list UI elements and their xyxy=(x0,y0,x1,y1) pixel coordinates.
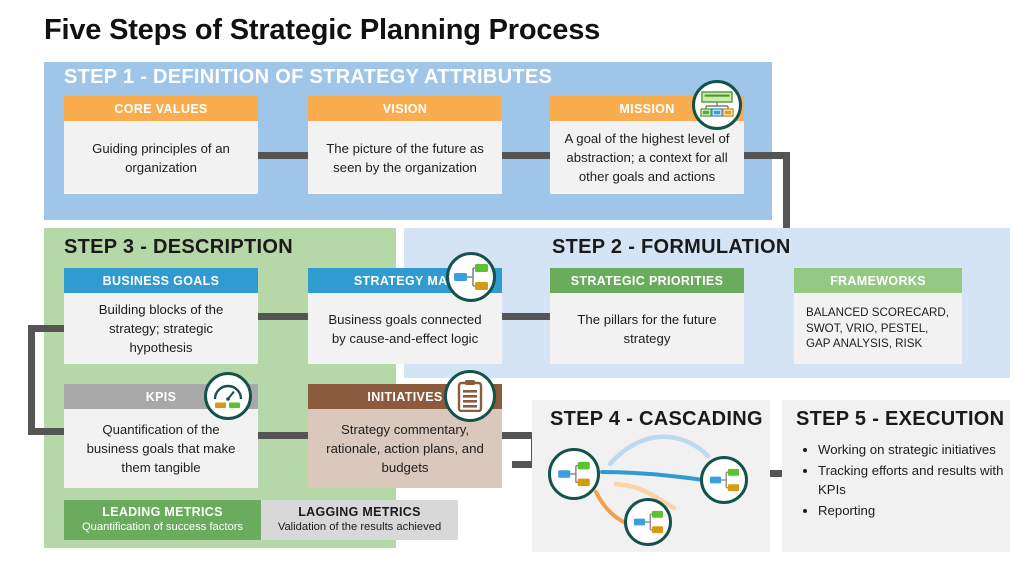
step5-bullet-list: Working on strategic initiatives Trackin… xyxy=(800,440,1023,522)
metric-lagging-title: LAGGING METRICS xyxy=(298,505,421,519)
card-core-values-title: CORE VALUES xyxy=(64,96,258,121)
metric-lagging-subtitle: Validation of the results achieved xyxy=(277,521,442,533)
diagram-canvas: Five Steps of Strategic Planning Process… xyxy=(0,0,1024,576)
list-item: Reporting xyxy=(818,501,1023,520)
connector-vision-to-mission xyxy=(502,152,550,159)
step1-heading: STEP 1 - DEFINITION OF STRATEGY ATTRIBUT… xyxy=(64,66,553,88)
card-strategic-priorities-title: STRATEGIC PRIORITIES xyxy=(550,268,744,293)
metric-lagging[interactable]: LAGGING METRICS Validation of the result… xyxy=(261,500,458,540)
step2-heading: STEP 2 - FORMULATION xyxy=(552,236,791,258)
metric-leading-title: LEADING METRICS xyxy=(102,505,223,519)
card-vision-title: VISION xyxy=(308,96,502,121)
card-frameworks-body: BALANCED SCORECARD, SWOT, VRIO, PESTEL, … xyxy=(794,293,962,364)
card-business-goals-title: BUSINESS GOALS xyxy=(64,268,258,293)
list-item: Working on strategic initiatives xyxy=(818,440,1023,459)
card-business-goals[interactable]: BUSINESS GOALS Building blocks of the st… xyxy=(64,268,258,364)
step3-heading: STEP 3 - DESCRIPTION xyxy=(64,236,294,258)
card-core-values[interactable]: CORE VALUES Guiding principles of an org… xyxy=(64,96,258,194)
card-vision-body: The picture of the future as seen by the… xyxy=(308,121,502,194)
card-frameworks[interactable]: FRAMEWORKS BALANCED SCORECARD, SWOT, VRI… xyxy=(794,268,962,364)
step5-heading: STEP 5 - EXECUTION xyxy=(796,408,1005,430)
connector-into-kpis xyxy=(28,428,68,435)
metric-leading[interactable]: LEADING METRICS Quantification of succes… xyxy=(64,500,261,540)
card-strategic-priorities[interactable]: STRATEGIC PRIORITIES The pillars for the… xyxy=(550,268,744,364)
connector-kpis-to-initiatives xyxy=(258,432,308,439)
clipboard-icon xyxy=(444,370,496,422)
connector-left-down xyxy=(28,325,35,435)
card-strategy-map-body: Business goals connected by cause-and-ef… xyxy=(308,293,502,364)
card-business-goals-body: Building blocks of the strategy; strateg… xyxy=(64,293,258,364)
connector-core-to-vision xyxy=(258,152,308,159)
org-chart-icon xyxy=(692,80,742,130)
card-strategic-priorities-body: The pillars for the future strategy xyxy=(550,293,744,364)
cascading-icon-tertiary xyxy=(624,498,672,546)
card-mission-body: A goal of the highest level of abstracti… xyxy=(550,121,744,194)
card-vision[interactable]: VISION The picture of the future as seen… xyxy=(308,96,502,194)
strategy-map-icon xyxy=(446,252,496,302)
gauge-icon xyxy=(204,372,252,420)
cascading-icon-primary xyxy=(548,448,600,500)
list-item: Tracking efforts and results with KPIs xyxy=(818,461,1023,499)
metric-leading-subtitle: Quantification of success factors xyxy=(81,521,244,533)
page-title: Five Steps of Strategic Planning Process xyxy=(44,14,601,46)
metrics-strip: LEADING METRICS Quantification of succes… xyxy=(64,500,458,540)
connector-map-to-priorities xyxy=(502,313,550,320)
card-core-values-body: Guiding principles of an organization xyxy=(64,121,258,194)
cascading-icon-secondary xyxy=(700,456,748,504)
connector-goals-to-map xyxy=(258,313,308,320)
card-kpis-body: Quantification of the business goals tha… xyxy=(64,409,258,488)
card-frameworks-title: FRAMEWORKS xyxy=(794,268,962,293)
